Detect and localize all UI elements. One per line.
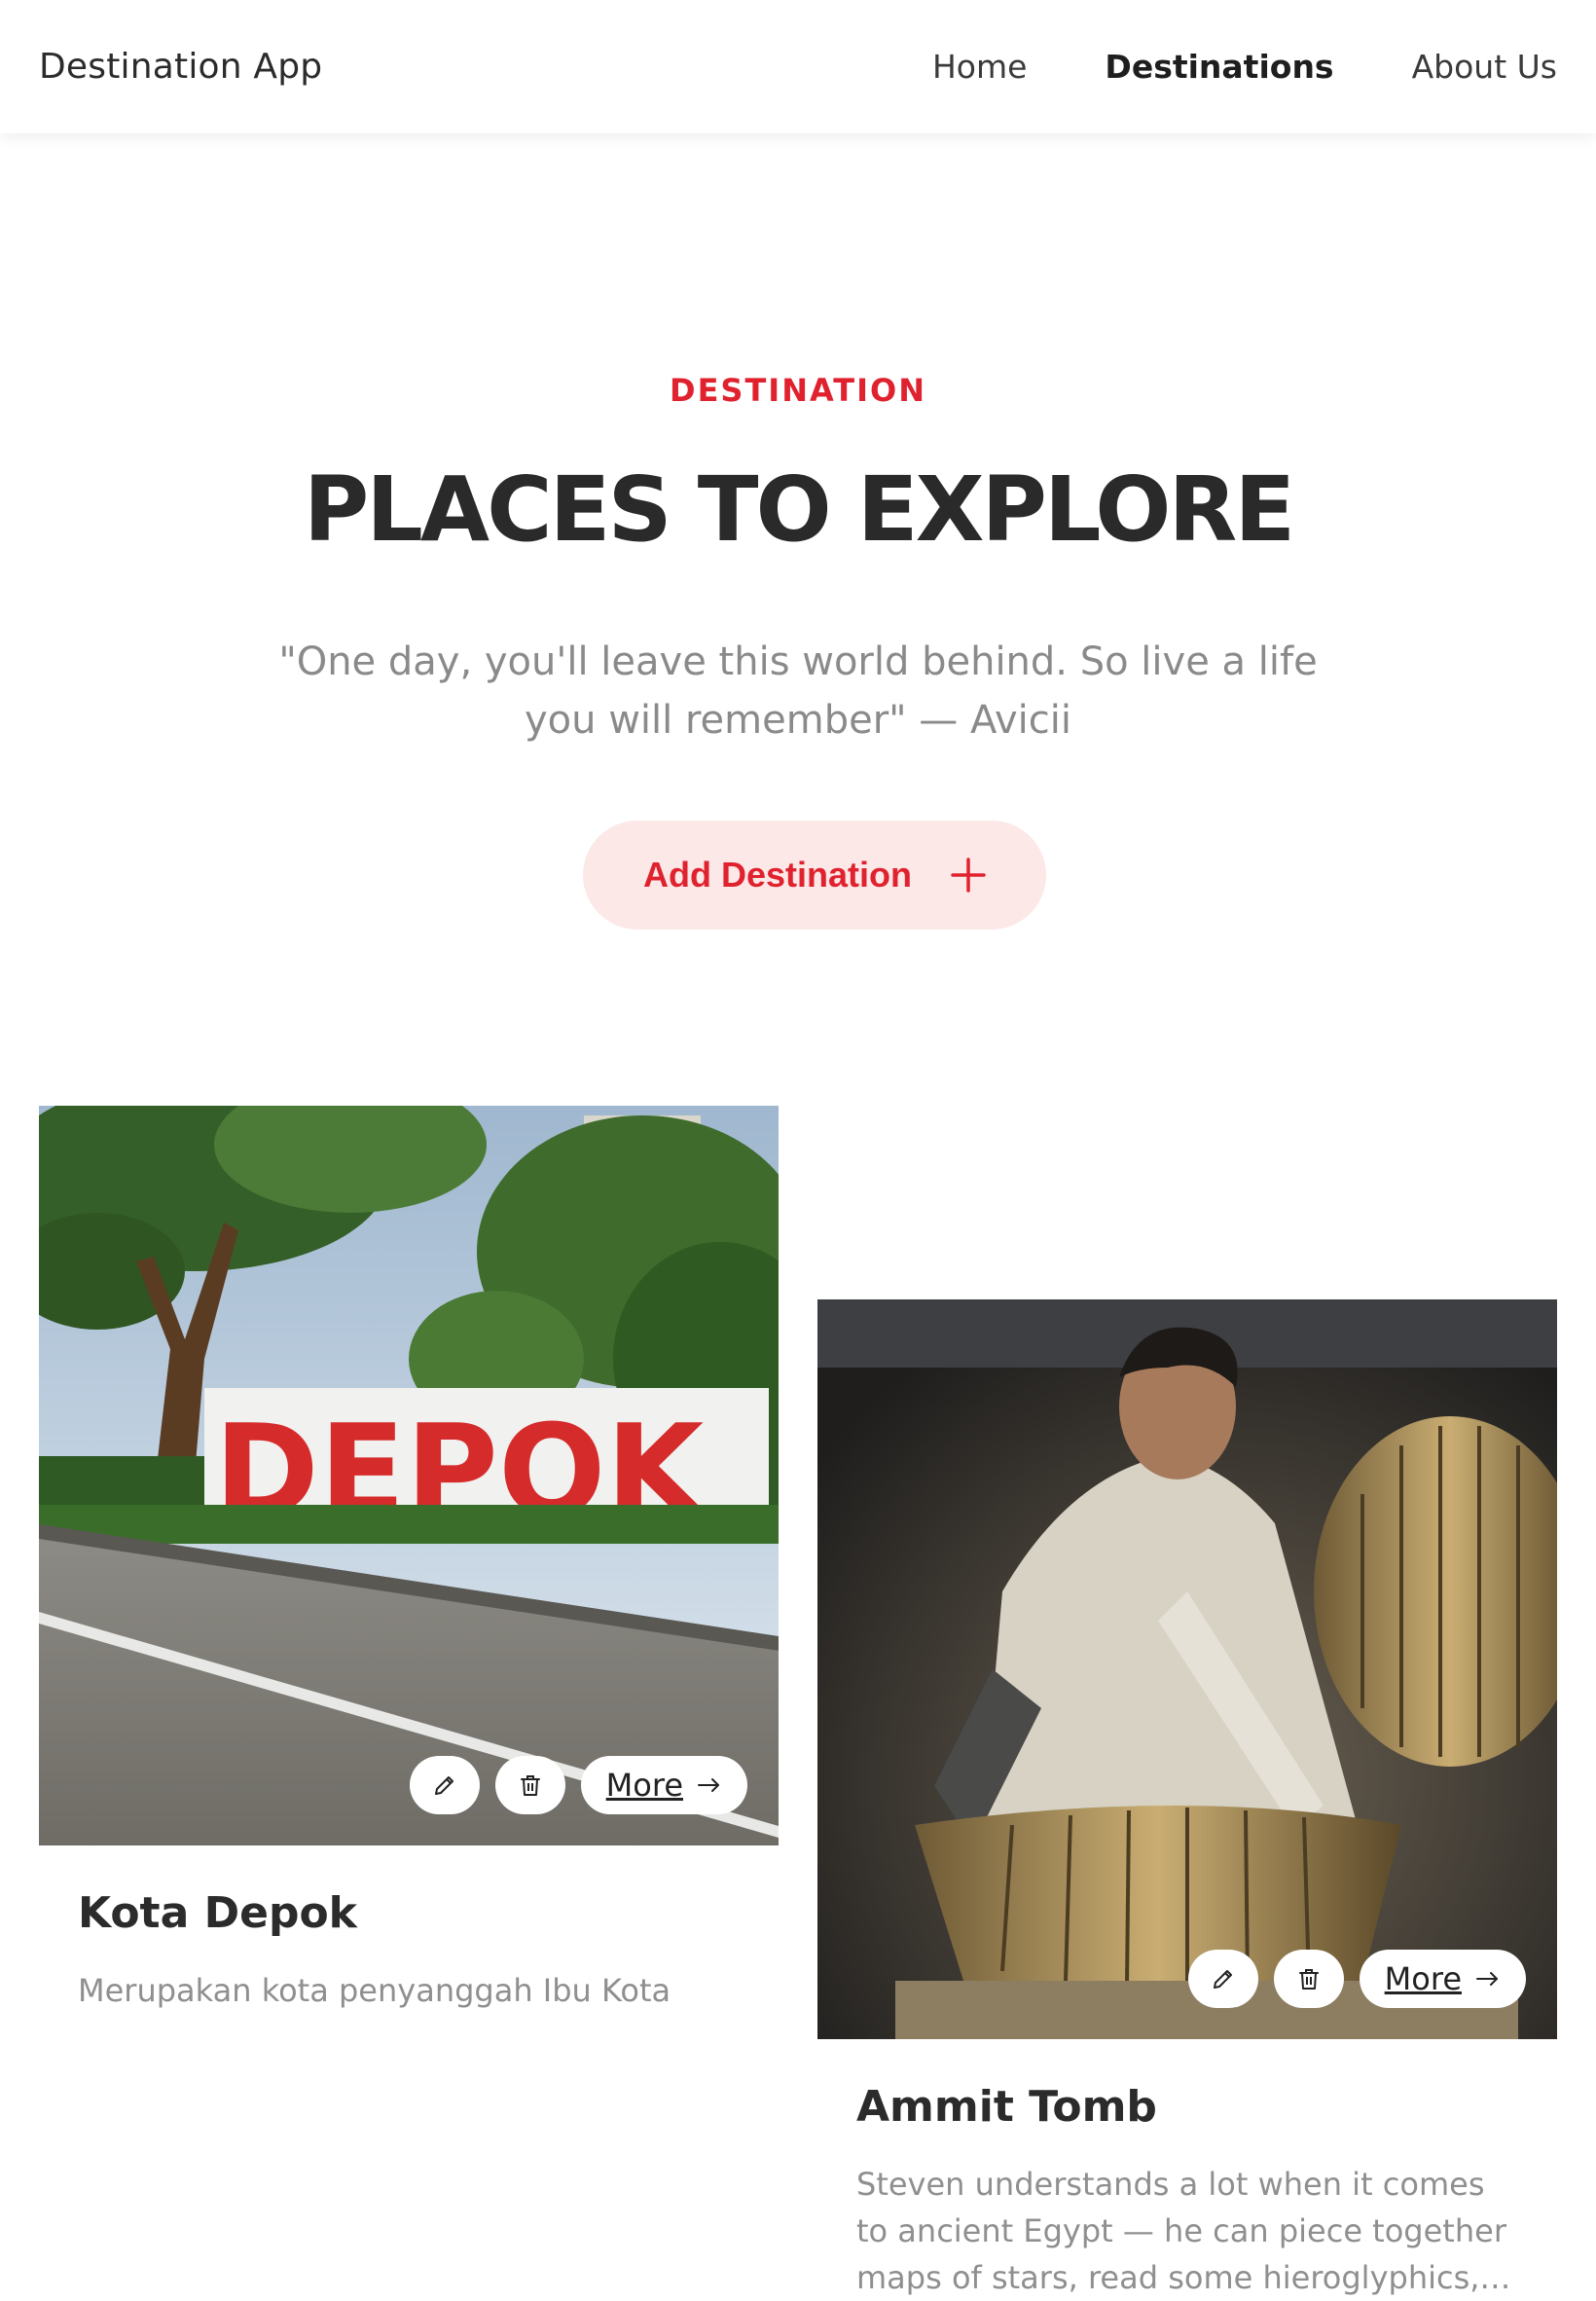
card-actions: More xyxy=(1187,1950,1526,2008)
plus-icon xyxy=(951,858,986,893)
card-description: Merupakan kota penyanggah Ibu Kota xyxy=(78,1972,671,2009)
destination-card: DEPOK More Kota Depok Merupakan kota pen… xyxy=(39,1106,779,2014)
destination-photo: DEPOK xyxy=(39,1106,779,1845)
add-destination-label: Add Destination xyxy=(643,855,912,895)
card-actions: More xyxy=(409,1756,747,1814)
section-eyebrow: DESTINATION xyxy=(670,372,926,409)
destination-image: DEPOK More xyxy=(39,1106,779,1845)
arrow-right-icon xyxy=(698,1778,719,1792)
edit-button[interactable] xyxy=(409,1756,480,1814)
top-navbar: Destination App Home Destinations About … xyxy=(0,0,1596,133)
more-button[interactable]: More xyxy=(580,1756,747,1814)
trash-icon xyxy=(520,1775,540,1796)
delete-button[interactable] xyxy=(494,1756,565,1814)
hero-quote: "One day, you'll leave this world behind… xyxy=(278,639,1318,743)
nav-link-about-us[interactable]: About Us xyxy=(1412,48,1557,86)
card-title: Kota Depok xyxy=(78,1888,357,1938)
page-title: PLACES TO EXPLORE xyxy=(303,457,1295,562)
pencil-icon xyxy=(434,1776,453,1795)
more-label: More xyxy=(605,1767,683,1804)
more-button[interactable]: More xyxy=(1359,1950,1526,2008)
more-label: More xyxy=(1384,1960,1462,1997)
main-nav: Home Destinations About Us xyxy=(854,48,1557,86)
destination-photo xyxy=(817,1299,1557,2039)
delete-button[interactable] xyxy=(1273,1950,1344,2008)
arrow-right-icon xyxy=(1476,1972,1498,1986)
pencil-icon xyxy=(1213,1970,1232,1989)
add-destination-button[interactable]: Add Destination xyxy=(583,821,1046,930)
card-description: Steven understands a lot when it comes t… xyxy=(856,2166,1506,2296)
nav-link-home[interactable]: Home xyxy=(932,48,1027,86)
destination-card: More Ammit Tomb Steven understands a lot… xyxy=(817,1299,1557,2301)
nav-link-destinations[interactable]: Destinations xyxy=(1105,48,1333,86)
card-title: Ammit Tomb xyxy=(856,2082,1157,2132)
destination-image: More xyxy=(817,1299,1557,2039)
edit-button[interactable] xyxy=(1187,1950,1258,2008)
trash-icon xyxy=(1298,1969,1319,1990)
brand-logo[interactable]: Destination App xyxy=(39,47,322,87)
